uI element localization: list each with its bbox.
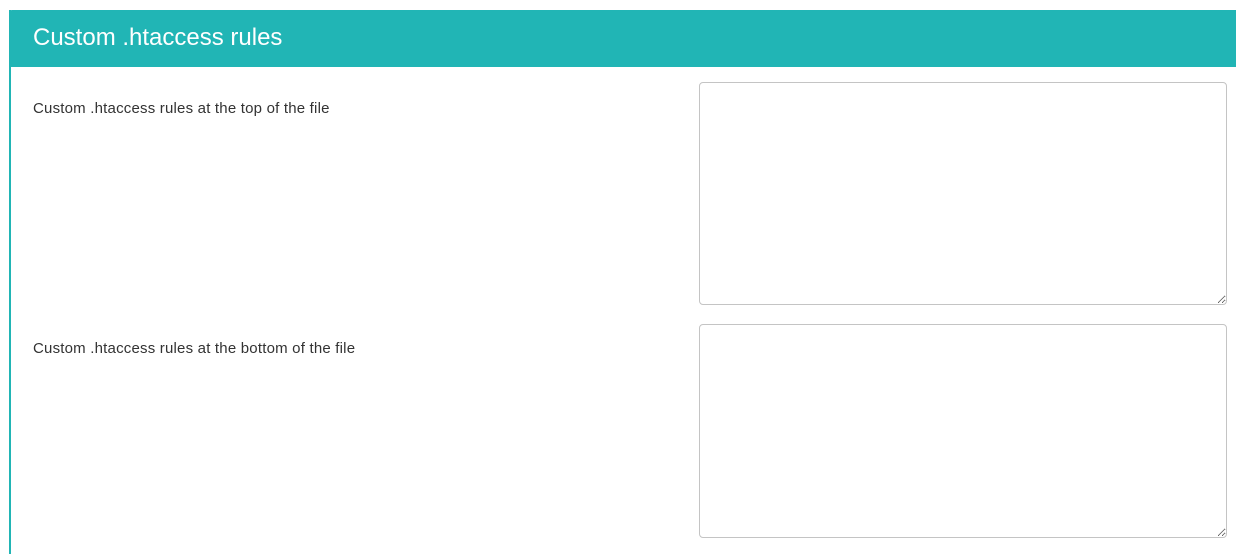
bottom-rules-textarea[interactable] bbox=[699, 324, 1227, 538]
bottom-rules-label: Custom .htaccess rules at the bottom of … bbox=[33, 340, 356, 357]
htaccess-panel: Custom .htaccess rules Custom .htaccess … bbox=[9, 10, 1236, 554]
panel-title: Custom .htaccess rules bbox=[33, 24, 283, 51]
top-rules-label: Custom .htaccess rules at the top of the… bbox=[33, 100, 330, 117]
top-rules-textarea[interactable] bbox=[699, 82, 1227, 305]
panel-header: Custom .htaccess rules bbox=[9, 10, 1236, 67]
